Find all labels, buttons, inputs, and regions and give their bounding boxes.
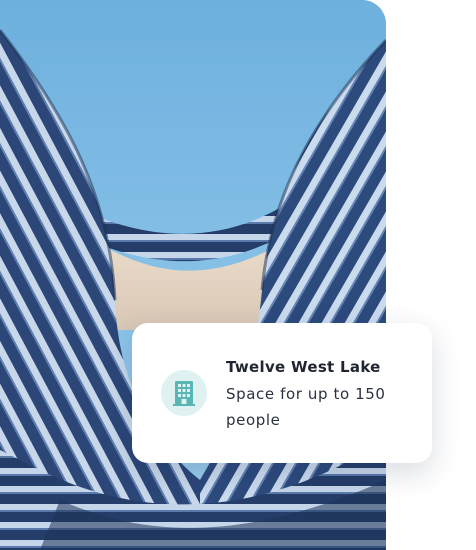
- hero-section: Twelve West Lake Space for up to 150 peo…: [0, 0, 476, 550]
- venue-title: Twelve West Lake: [226, 358, 381, 376]
- venue-text: Twelve West Lake Space for up to 150 peo…: [226, 356, 418, 433]
- office-building-icon: [161, 370, 207, 416]
- venue-capacity: Space for up to 150 people: [226, 385, 386, 429]
- venue-info-card[interactable]: Twelve West Lake Space for up to 150 peo…: [132, 323, 432, 463]
- building-photo: [0, 0, 386, 550]
